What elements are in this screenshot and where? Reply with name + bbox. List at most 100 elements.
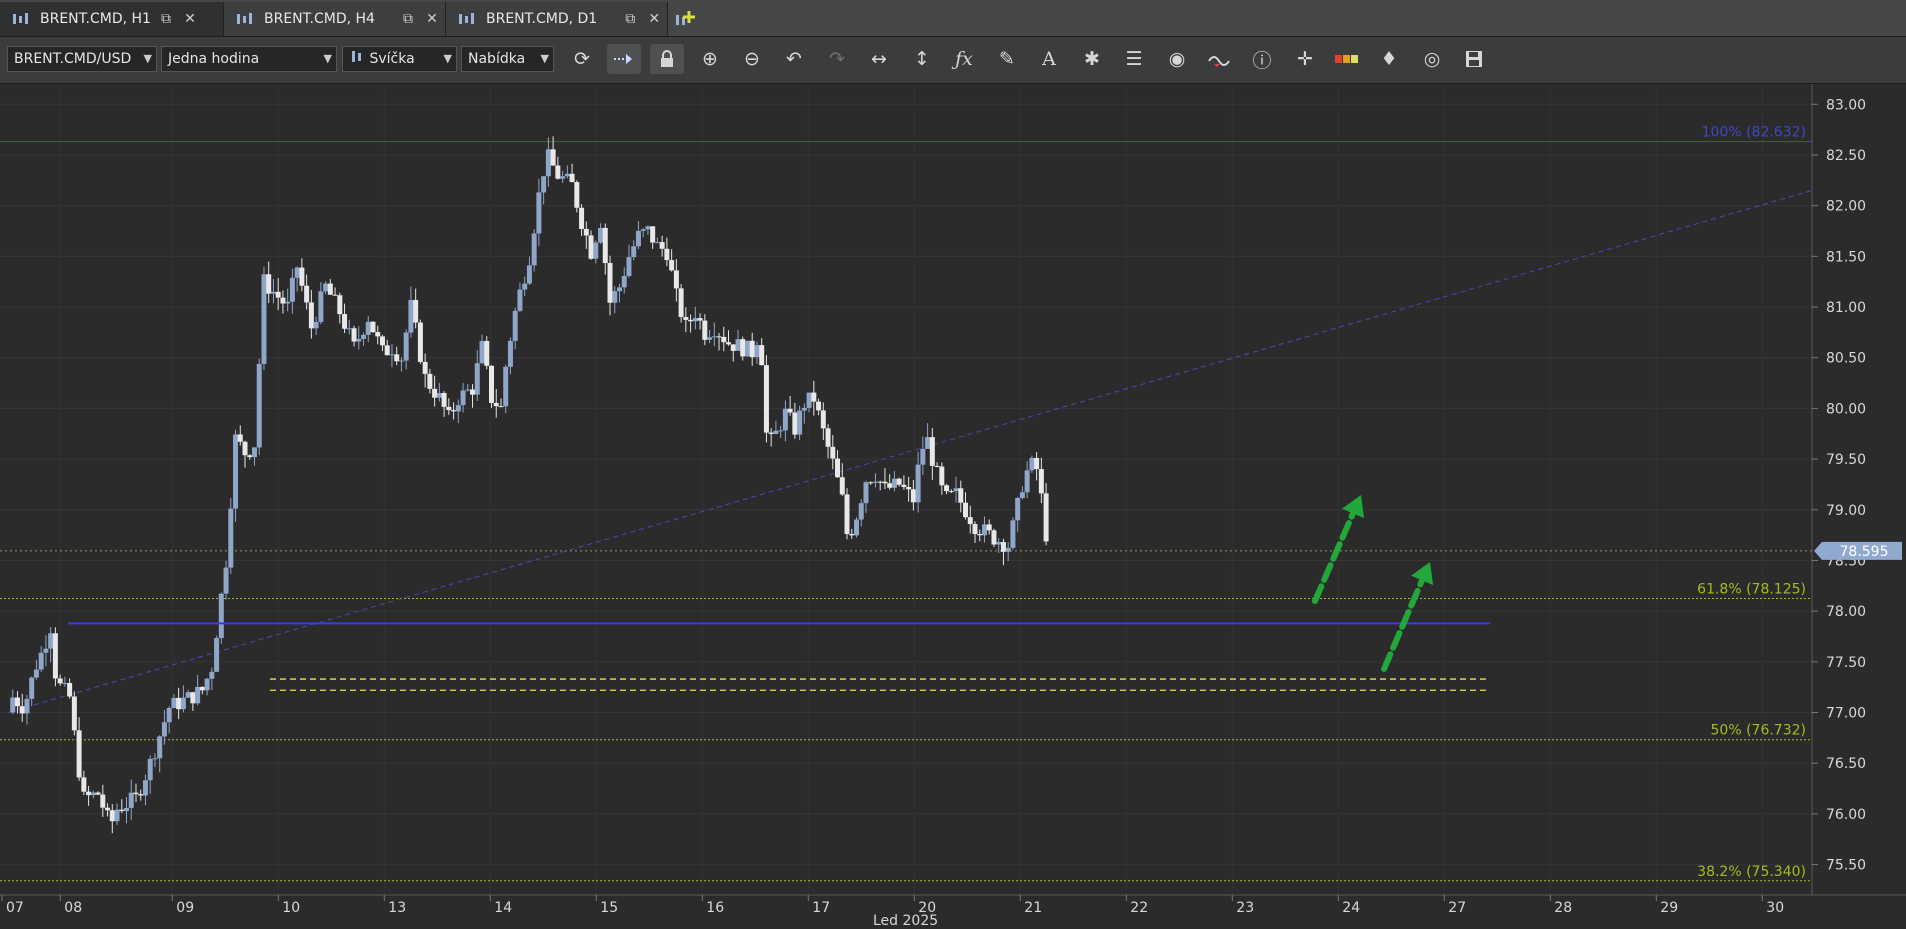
info-icon[interactable]: ⓘ [1245, 44, 1279, 74]
candle-bullish [522, 283, 528, 290]
price-side-select[interactable]: Nabídka ▼ [461, 46, 554, 72]
candle-bearish [820, 410, 826, 429]
candle-bearish [1000, 542, 1006, 552]
candle-bullish [996, 542, 1002, 545]
zoom-out-icon[interactable]: ⊖ [735, 44, 769, 74]
autoscroll-icon[interactable] [607, 44, 641, 74]
pop-out-icon[interactable]: ⧉ [621, 10, 639, 28]
eye-icon[interactable]: ◉ [1160, 44, 1194, 74]
candle-bullish [863, 482, 869, 504]
candlestick-icon [456, 11, 478, 27]
candle-bearish [119, 809, 125, 812]
candle-bearish [133, 792, 139, 795]
paint-icon[interactable]: ♦ [1372, 44, 1406, 74]
y-tick-label: 79.00 [1826, 503, 1866, 519]
vertical-stretch-icon[interactable]: ↕ [905, 44, 939, 74]
candle-bullish [223, 567, 229, 594]
add-chart-icon[interactable] [672, 6, 698, 32]
candle-bearish [432, 388, 438, 398]
x-tick-label: 09 [176, 900, 194, 916]
y-tick-label: 81.00 [1826, 300, 1866, 316]
candle-bullish [541, 176, 547, 193]
candle-bullish [621, 276, 627, 288]
candle-bearish [730, 344, 736, 351]
candle-bearish [299, 267, 305, 286]
candle-bullish [806, 392, 812, 408]
save-icon[interactable] [1457, 44, 1491, 74]
candle-bearish [816, 401, 822, 411]
chevron-down-icon: ▼ [143, 52, 152, 65]
close-icon[interactable]: ✕ [645, 10, 663, 28]
horizontal-stretch-icon[interactable]: ↔ [862, 44, 896, 74]
candle-bullish [744, 340, 750, 357]
y-tick-label: 83.00 [1826, 97, 1866, 113]
candle-bearish [963, 502, 969, 518]
chart-type-select[interactable]: Svíčka ▼ [342, 46, 457, 72]
candle-bullish [346, 328, 352, 330]
candle-bullish [90, 792, 96, 796]
pop-out-icon[interactable]: ⧉ [399, 10, 417, 28]
candle-bullish [517, 289, 523, 311]
candle-bearish [868, 482, 874, 484]
tab-brent-h4[interactable]: BRENT.CMD, H4 ⧉ ✕ [224, 2, 446, 36]
candle-bullish [1024, 470, 1030, 493]
undo-icon[interactable]: ↶ [777, 44, 811, 74]
candle-bullish [313, 321, 319, 329]
y-tick-label: 82.50 [1826, 148, 1866, 164]
y-tick-label: 78.00 [1826, 604, 1866, 620]
candle-bullish [403, 332, 409, 361]
candle-bullish [142, 780, 148, 796]
candle-bullish [62, 683, 68, 685]
layers-icon[interactable]: ☰ [1117, 44, 1151, 74]
tab-brent-d1[interactable]: BRENT.CMD, D1 ⧉ ✕ [446, 2, 668, 36]
candle-bearish [342, 314, 348, 329]
candle-bullish [1029, 457, 1035, 471]
x-tick-label: 08 [64, 900, 82, 916]
candle-bearish [422, 361, 428, 374]
candle-bearish [484, 340, 490, 366]
patterns-icon[interactable]: ✱ [1075, 44, 1109, 74]
candle-bullish [152, 758, 158, 760]
x-tick-label: 10 [282, 900, 300, 916]
candle-bullish [778, 430, 784, 432]
candle-bearish [830, 446, 836, 459]
pencil-icon[interactable]: ✎ [990, 44, 1024, 74]
tab-brent-h1[interactable]: BRENT.CMD, H1 ⧉ ✕ [0, 2, 224, 36]
candle-bullish [1019, 492, 1025, 498]
candle-bullish [398, 360, 404, 362]
spread-icon[interactable] [1330, 44, 1364, 74]
refresh-icon[interactable]: ⟳ [565, 44, 599, 74]
candle-bearish [768, 432, 774, 434]
theme-icon[interactable] [1202, 44, 1236, 74]
reset-icon[interactable]: ◎ [1415, 44, 1449, 74]
close-icon[interactable]: ✕ [423, 10, 441, 28]
zoom-in-icon[interactable]: ⊕ [693, 44, 727, 74]
x-tick-label: 29 [1660, 900, 1678, 916]
chart-canvas[interactable]: 100% (82.632) 61.8% (78.125) 50% (76.732) 3… [0, 84, 1906, 929]
lock-icon[interactable] [650, 44, 684, 74]
candle-bearish [877, 481, 883, 483]
redo-icon[interactable]: ↷ [820, 44, 854, 74]
price-chart[interactable]: 100% (82.632) 61.8% (78.125) 50% (76.732) 3… [0, 84, 1906, 929]
candle-bearish [199, 686, 205, 691]
candle-bearish [71, 696, 77, 731]
candle-bearish [967, 517, 973, 525]
instrument-select[interactable]: BRENT.CMD/USD ▼ [7, 46, 157, 72]
candle-bullish [801, 407, 807, 411]
candle-bearish [650, 226, 656, 243]
candle-bullish [564, 173, 570, 177]
crosshair-icon[interactable]: ✛ [1288, 44, 1322, 74]
candle-bearish [939, 466, 945, 486]
candle-bearish [763, 365, 769, 433]
candle-bullish [1015, 497, 1021, 521]
candle-bullish [166, 708, 172, 723]
indicators-icon[interactable]: ƒx [947, 44, 981, 74]
candle-bearish [934, 465, 940, 467]
candle-bullish [593, 242, 599, 259]
close-icon[interactable]: ✕ [181, 10, 199, 28]
pop-out-icon[interactable]: ⧉ [157, 10, 175, 28]
period-select[interactable]: Jedna hodina ▼ [161, 46, 337, 72]
text-icon[interactable]: A [1032, 44, 1066, 74]
period-value: Jedna hodina [168, 51, 260, 67]
candle-bearish [849, 533, 855, 536]
